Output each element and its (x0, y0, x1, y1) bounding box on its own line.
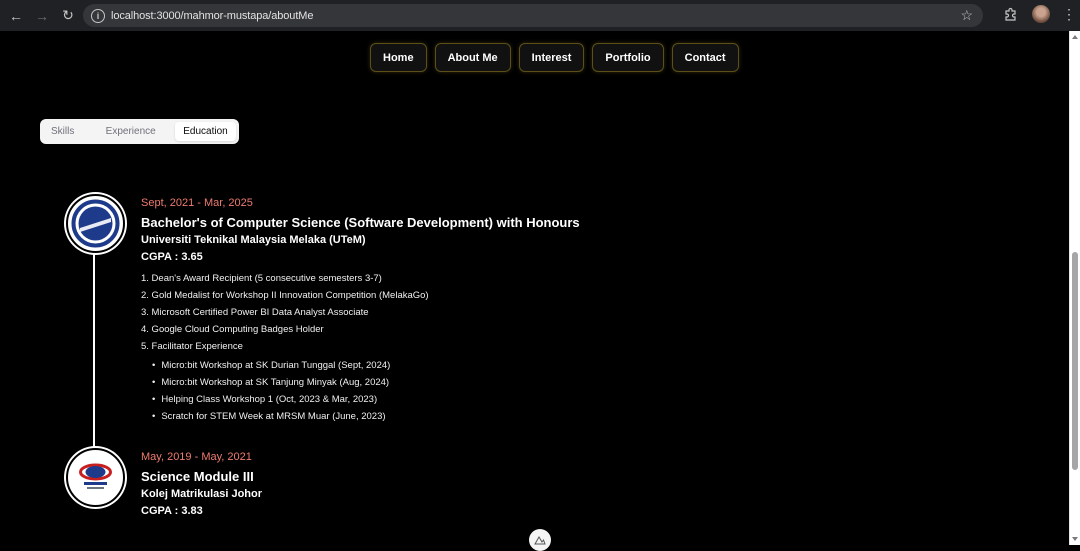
education-entry: Sept, 2021 - Mar, 2025 Bachelor's of Com… (141, 197, 580, 425)
list-item: Helping Class Workshop 1 (Oct, 2023 & Ma… (152, 391, 580, 408)
list-item: Micro:bit Workshop at SK Durian Tunggal … (152, 357, 580, 374)
tab-education[interactable]: Education (174, 122, 237, 141)
education-date: May, 2019 - May, 2021 (141, 451, 252, 463)
education-degree: Science Module III (141, 469, 254, 484)
list-item: Scratch for STEM Week at MRSM Muar (June… (152, 408, 580, 425)
list-item: 5. Facilitator Experience (141, 341, 243, 352)
reload-icon[interactable]: ↻ (57, 5, 79, 27)
url-text[interactable]: localhost:3000/mahmor-mustapa/aboutMe (111, 10, 313, 22)
education-degree: Bachelor's of Computer Science (Software… (141, 215, 580, 230)
list-item: 4. Google Cloud Computing Badges Holder (141, 324, 324, 335)
scroll-down-arrow-icon[interactable] (1072, 537, 1078, 541)
education-school: Kolej Matrikulasi Johor (141, 488, 263, 500)
about-tabs: Skills Experience Education (40, 119, 239, 144)
education-date: Sept, 2021 - Mar, 2025 (141, 197, 253, 209)
main-nav: Home About Me Interest Portfolio Contact (370, 43, 739, 72)
nuxt-icon (534, 535, 546, 544)
education-cgpa: CGPA : 3.83 (141, 505, 203, 517)
nav-portfolio[interactable]: Portfolio (592, 43, 664, 72)
profile-avatar[interactable] (1032, 5, 1050, 23)
nav-contact[interactable]: Contact (671, 43, 739, 72)
menu-dots-icon[interactable]: ⋮ (1062, 6, 1076, 23)
address-bar[interactable]: i localhost:3000/mahmor-mustapa/aboutMe … (83, 4, 983, 27)
tab-skills[interactable]: Skills (43, 122, 88, 141)
education-school: Universiti Teknikal Malaysia Melaka (UTe… (141, 234, 366, 246)
scroll-up-arrow-icon[interactable] (1072, 35, 1078, 39)
list-item: 2. Gold Medalist for Workshop II Innovat… (141, 290, 429, 301)
education-entry: May, 2019 - May, 2021 Science Module III… (141, 451, 262, 518)
achievements-list: 1. Dean's Award Recipient (5 consecutive… (141, 270, 580, 355)
forward-icon[interactable]: → (31, 5, 53, 27)
facilitator-list: Micro:bit Workshop at SK Durian Tunggal … (152, 357, 580, 425)
back-icon[interactable]: ← (5, 5, 27, 27)
scrollbar[interactable] (1069, 31, 1080, 545)
scroll-thumb[interactable] (1072, 252, 1078, 470)
list-item: Micro:bit Workshop at SK Tanjung Minyak … (152, 374, 580, 391)
nav-about-me[interactable]: About Me (434, 43, 511, 72)
nav-home[interactable]: Home (370, 43, 427, 72)
nav-interest[interactable]: Interest (518, 43, 585, 72)
list-item: 3. Microsoft Certified Power BI Data Ana… (141, 307, 369, 318)
education-cgpa: CGPA : 3.65 (141, 251, 203, 263)
kmj-logo (66, 448, 125, 507)
bookmark-star-icon[interactable]: ☆ (960, 7, 973, 24)
page-content: Home About Me Interest Portfolio Contact… (0, 31, 1069, 551)
site-info-icon[interactable]: i (91, 8, 105, 23)
puzzle-icon (1005, 7, 1016, 21)
extensions-icon[interactable] (1002, 5, 1020, 23)
tab-experience[interactable]: Experience (88, 122, 173, 141)
timeline-line (93, 251, 95, 447)
nuxt-devtools-button[interactable] (529, 529, 551, 551)
browser-toolbar: ← → ↻ i localhost:3000/mahmor-mustapa/ab… (0, 0, 1080, 31)
list-item: 1. Dean's Award Recipient (5 consecutive… (141, 273, 382, 284)
utem-logo (66, 194, 125, 253)
